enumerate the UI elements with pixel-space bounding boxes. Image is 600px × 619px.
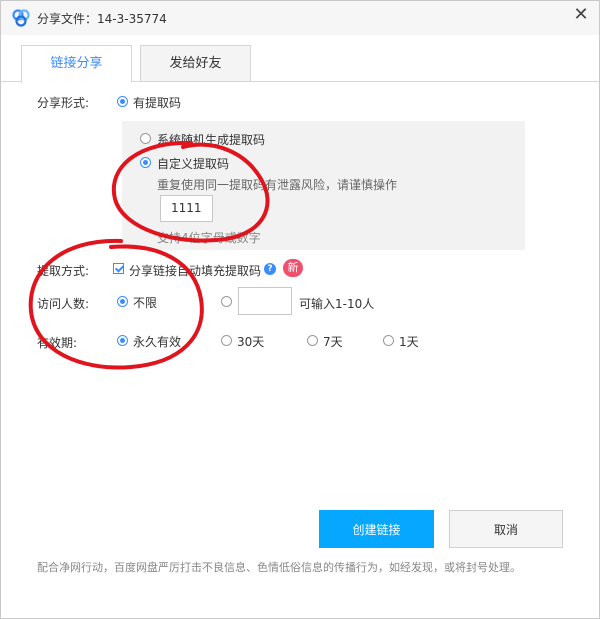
radio-visitors-unlimited[interactable] xyxy=(117,296,128,307)
radio-random-code[interactable] xyxy=(140,133,151,144)
radio-validity-1d[interactable] xyxy=(383,335,394,346)
visitor-limit-hint: 可输入1-10人 xyxy=(299,297,375,311)
share-dialog: 分享文件：14-3-35774 ✕ 链接分享 发给好友 分享形式: 有提取码 系… xyxy=(0,0,600,619)
radio-validity-1d-label: 1天 xyxy=(399,335,419,349)
tab-link-share[interactable]: 链接分享 xyxy=(21,45,132,83)
radio-with-code[interactable] xyxy=(117,96,128,107)
baidu-netdisk-logo-icon xyxy=(12,9,30,27)
code-warning-text: 重复使用同一提取码有泄露风险，请谨慎操作 xyxy=(157,178,398,192)
radio-random-code-label: 系统随机生成提取码 xyxy=(157,133,266,147)
radio-validity-7d-label: 7天 xyxy=(323,335,343,349)
help-icon[interactable]: ? xyxy=(264,263,276,275)
cancel-button[interactable]: 取消 xyxy=(449,510,563,548)
validity-label: 有效期: xyxy=(37,336,78,350)
visitor-count-label: 访问人数: xyxy=(37,297,90,311)
autofill-code-checkbox[interactable] xyxy=(113,263,124,274)
autofill-code-label: 分享链接自动填充提取码 xyxy=(129,264,262,278)
footer-notice: 配合净网行动，百度网盘严厉打击不良信息、色情低俗信息的传播行为，如经发现，或将封… xyxy=(37,561,521,574)
radio-validity-permanent-label: 永久有效 xyxy=(133,335,182,349)
new-badge: 新 xyxy=(283,259,303,277)
radio-visitors-limited[interactable] xyxy=(221,296,232,307)
radio-validity-30d-label: 30天 xyxy=(237,335,265,349)
radio-custom-code[interactable] xyxy=(140,157,151,168)
radio-with-code-label: 有提取码 xyxy=(133,96,182,110)
radio-validity-permanent[interactable] xyxy=(117,335,128,346)
tab-bar: 链接分享 发给好友 xyxy=(1,45,599,83)
create-link-button[interactable]: 创建链接 xyxy=(319,510,434,548)
tab-send-to-friend[interactable]: 发给好友 xyxy=(140,45,251,82)
visitor-limit-input[interactable] xyxy=(238,287,292,315)
extract-method-label: 提取方式: xyxy=(37,264,90,278)
radio-custom-code-label: 自定义提取码 xyxy=(157,157,230,171)
title-bar: 分享文件：14-3-35774 ✕ xyxy=(1,1,599,35)
radio-visitors-unlimited-label: 不限 xyxy=(133,296,158,310)
window-title: 分享文件：14-3-35774 xyxy=(37,12,167,26)
custom-code-input[interactable]: 1111 xyxy=(160,195,213,222)
share-form-label: 分享形式: xyxy=(37,96,90,110)
radio-validity-30d[interactable] xyxy=(221,335,232,346)
close-button[interactable]: ✕ xyxy=(571,5,591,25)
code-hint-text: 支持4位字母或数字 xyxy=(157,231,261,245)
radio-validity-7d[interactable] xyxy=(307,335,318,346)
close-icon: ✕ xyxy=(573,4,589,25)
